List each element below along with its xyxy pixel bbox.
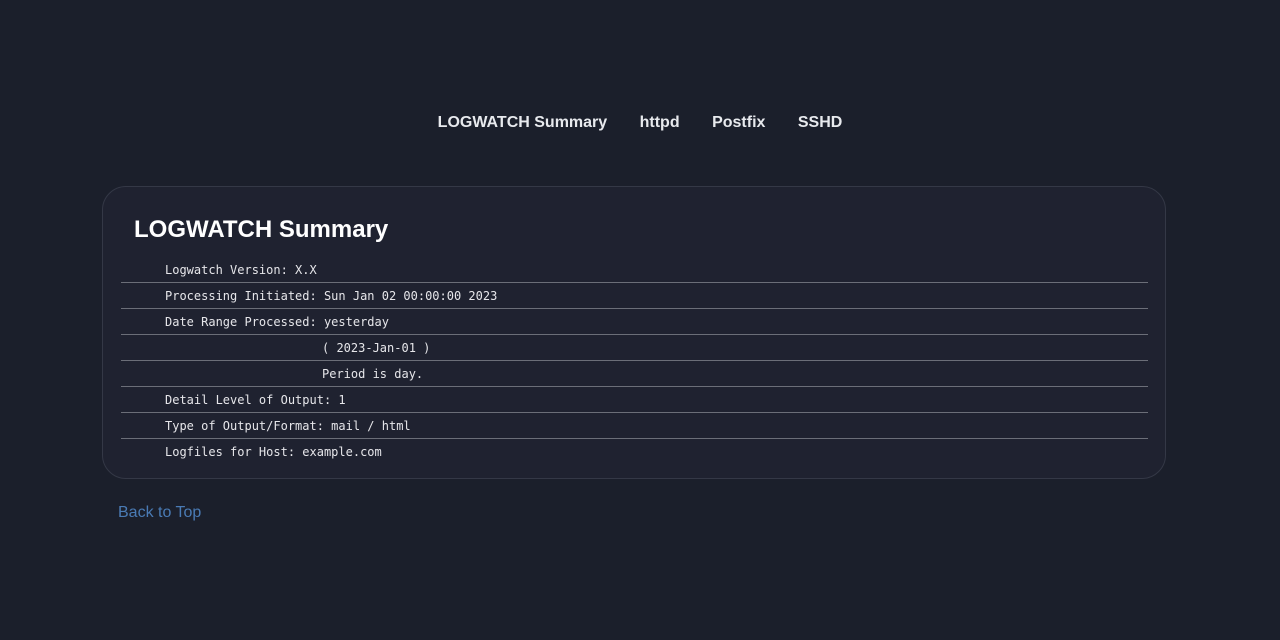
nav-link-httpd[interactable]: httpd: [640, 114, 680, 132]
summary-row-date-range: Date Range Processed: yesterday: [121, 309, 1148, 335]
summary-table: Logwatch Version: X.X Processing Initiat…: [121, 257, 1148, 464]
back-to-top-link[interactable]: Back to Top: [118, 504, 201, 522]
top-navigation: LOGWATCH Summary httpd Postfix SSHD: [0, 114, 1280, 132]
summary-row-detail-level: Detail Level of Output: 1: [121, 387, 1148, 413]
summary-row-period: Period is day.: [121, 361, 1148, 387]
summary-row-output-format: Type of Output/Format: mail / html: [121, 413, 1148, 439]
nav-link-sshd[interactable]: SSHD: [798, 114, 842, 132]
summary-row-host: Logfiles for Host: example.com: [165, 445, 382, 459]
section-title: LOGWATCH Summary: [134, 216, 389, 243]
nav-link-postfix[interactable]: Postfix: [712, 114, 765, 132]
nav-link-logwatch-summary[interactable]: LOGWATCH Summary: [438, 114, 608, 132]
summary-row-date: ( 2023-Jan-01 ): [121, 335, 1148, 361]
logwatch-summary-card: LOGWATCH Summary Logwatch Version: X.X P…: [102, 186, 1166, 479]
summary-row-processing-initiated: Processing Initiated: Sun Jan 02 00:00:0…: [121, 283, 1148, 309]
summary-row-version: Logwatch Version: X.X: [121, 257, 1148, 283]
